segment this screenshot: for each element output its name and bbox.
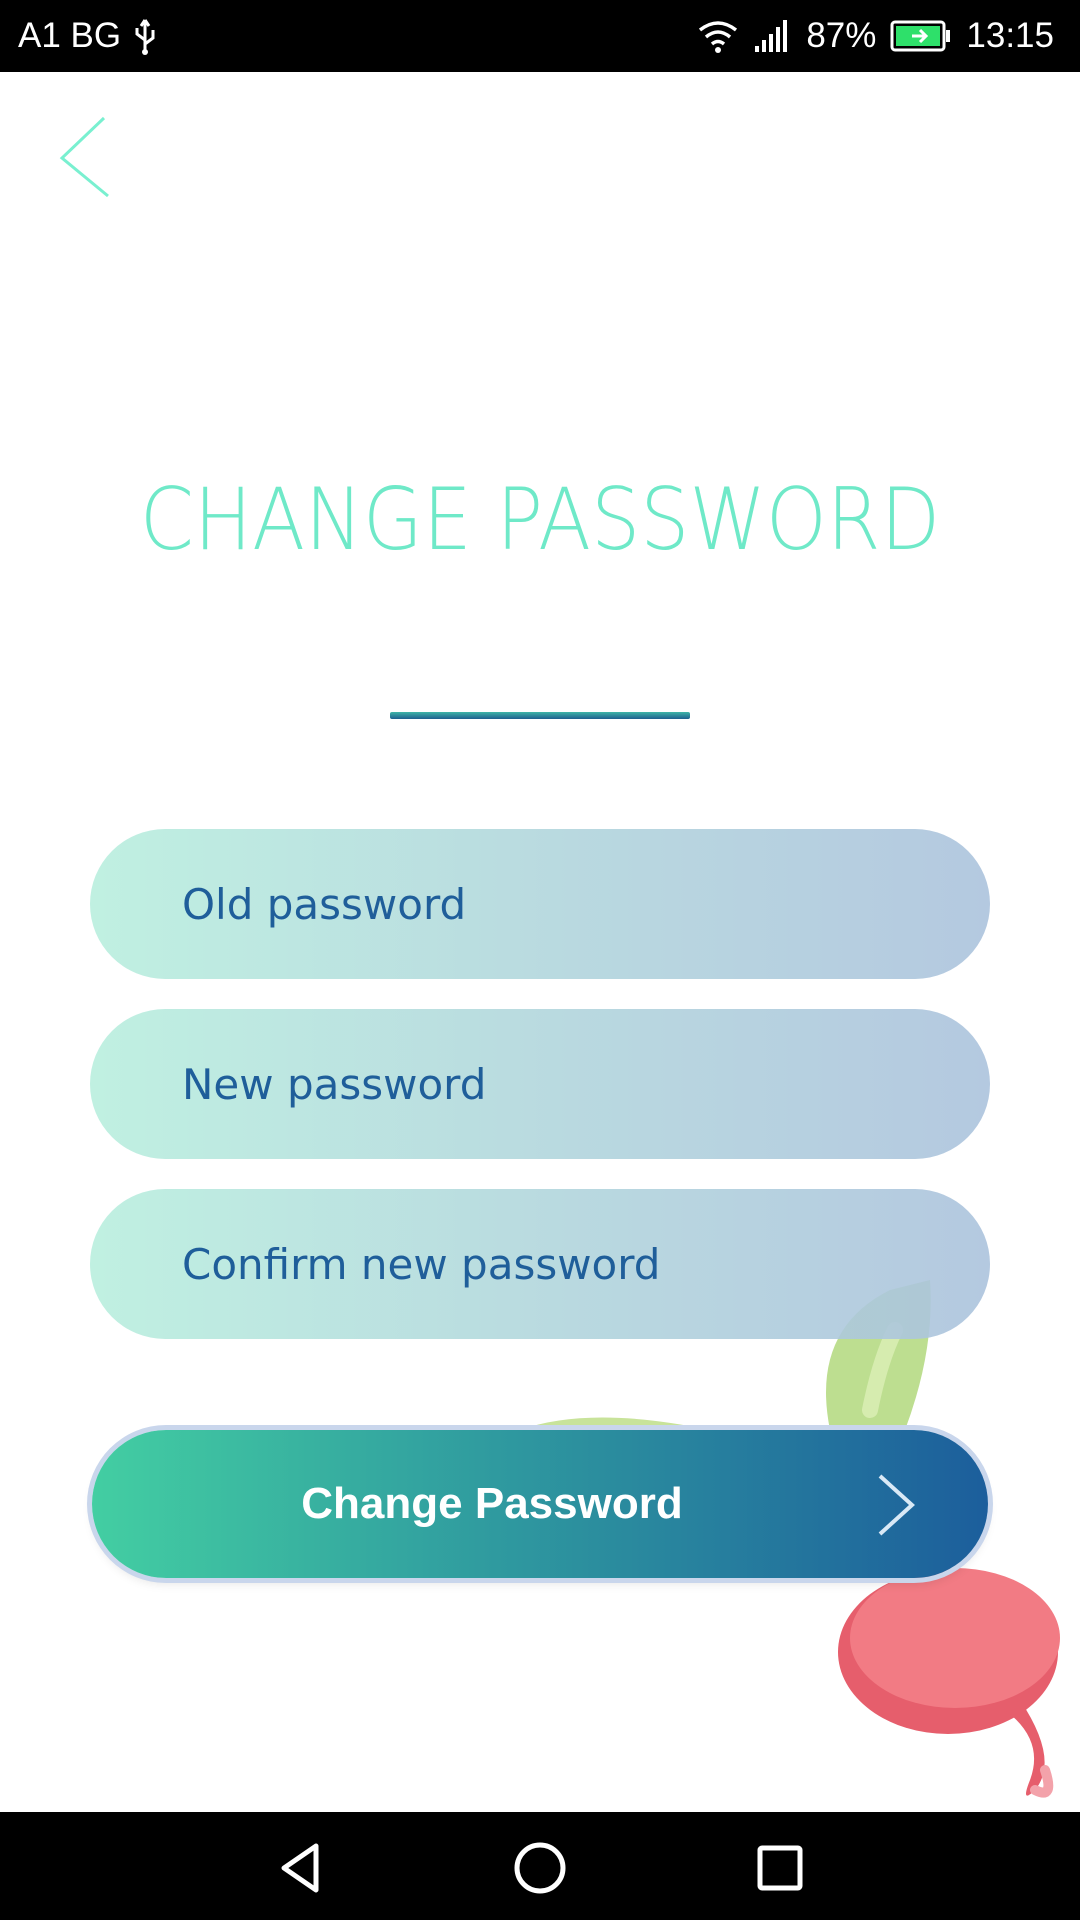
old-password-input[interactable] [180,878,990,930]
change-password-button[interactable]: Change Password [92,1430,988,1578]
nav-back-icon [281,1843,319,1893]
wifi-icon [696,18,740,54]
nav-home-button[interactable] [508,1836,572,1900]
nav-recents-button[interactable] [748,1836,812,1900]
nav-home-icon [514,1842,566,1894]
confirm-password-input[interactable] [180,1238,990,1290]
old-password-field[interactable] [90,829,990,979]
nav-recents-icon [757,1845,803,1891]
back-button[interactable] [52,112,122,202]
status-left: A1 BG [18,14,159,58]
confirm-password-field[interactable] [90,1189,990,1339]
usb-icon [131,16,159,56]
clock: 13:15 [966,16,1054,55]
battery-percent: 87% [806,16,877,55]
carrier-label: A1 BG [18,16,122,55]
signal-icon [754,18,792,54]
nav-back-button[interactable] [270,1836,334,1900]
new-password-input[interactable] [180,1058,990,1110]
new-password-field[interactable] [90,1009,990,1159]
chevron-left-icon [59,116,109,198]
change-password-label: Change Password [301,1479,683,1528]
status-right: 87% 13:15 [696,14,1054,58]
chevron-right-icon [878,1474,915,1536]
title-divider [390,712,690,719]
battery-charging-icon [890,20,952,52]
status-bar: A1 BG 87% 13:15 [0,0,1080,72]
page-title: CHANGE PASSWORD [139,470,941,570]
system-nav-bar [0,1812,1080,1920]
